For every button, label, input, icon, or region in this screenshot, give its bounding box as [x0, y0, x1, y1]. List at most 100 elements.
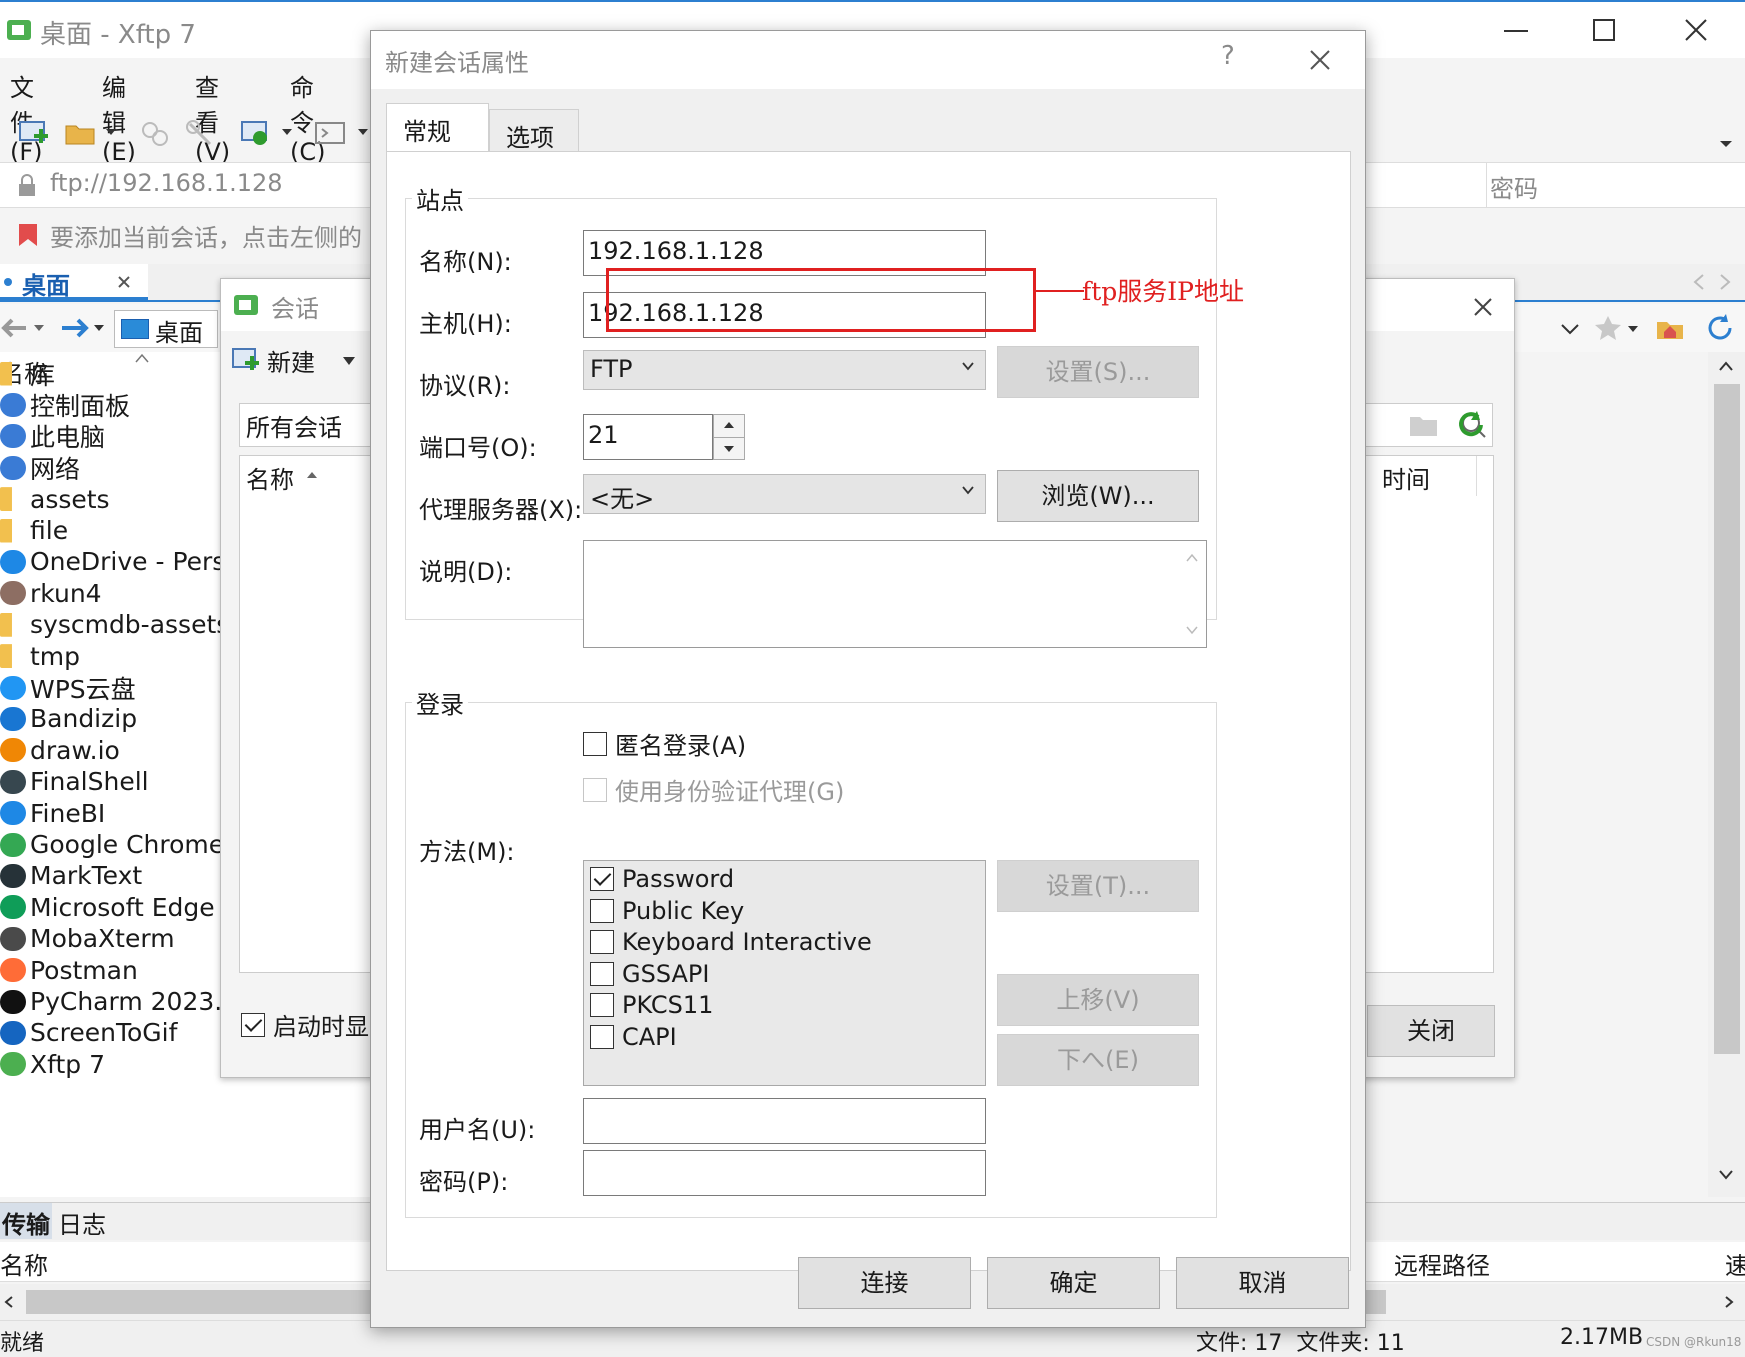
scroll-thumb[interactable] [1714, 384, 1740, 1054]
checkbox-box[interactable] [590, 867, 614, 891]
checkbox-box[interactable] [583, 777, 607, 802]
folder-icon [0, 487, 12, 512]
chevron-down-icon[interactable] [1718, 138, 1734, 150]
sessions-close-button[interactable]: 关闭 [1367, 1005, 1495, 1057]
name-label: 名称(N): [419, 248, 512, 276]
transfer-col-name[interactable]: 名称 [0, 1246, 48, 1281]
refresh-icon[interactable] [1704, 312, 1738, 344]
annotation-line [1036, 290, 1084, 292]
scroll-right-icon[interactable] [1722, 1294, 1736, 1310]
scroll-up-icon[interactable] [1184, 551, 1200, 565]
startup-label: 启动时显 [273, 1013, 369, 1041]
scroll-left-icon[interactable] [2, 1294, 16, 1310]
method-checkbox[interactable]: Password [590, 865, 734, 893]
move-down-button[interactable]: 下へ(E) [997, 1034, 1199, 1086]
annotation-highlight-box [606, 268, 1036, 332]
folder-up-icon[interactable] [1407, 409, 1441, 443]
back-arrow-icon[interactable] [0, 314, 46, 342]
method-settings-button[interactable]: 设置(T)... [997, 860, 1199, 912]
bookmark-icon[interactable] [16, 222, 40, 248]
transfer-col-speed[interactable]: 速 [1725, 1246, 1745, 1281]
method-list: Password Public Key Keyboard Interactive GS… [583, 860, 986, 1086]
password-field[interactable] [583, 1150, 986, 1196]
proxy-select[interactable]: <无> [583, 474, 986, 514]
method-checkbox[interactable]: Keyboard Interactive [590, 928, 872, 956]
open-folder-icon[interactable] [64, 118, 98, 148]
maximize-icon[interactable] [1584, 14, 1624, 48]
tab-desktop-label: 桌面 [22, 272, 70, 300]
method-checkbox[interactable]: PKCS11 [590, 991, 713, 1019]
path-combo[interactable]: 桌面 [114, 310, 218, 348]
vertical-scrollbar[interactable] [1708, 352, 1745, 1197]
checkbox-box[interactable] [590, 898, 614, 923]
tab-log[interactable]: 日志 [58, 1205, 106, 1240]
sessions-new-button[interactable]: 新建 [231, 337, 371, 383]
protocol-settings-button[interactable]: 设置(S)... [997, 346, 1199, 398]
startup-checkbox[interactable]: 启动时显 [241, 1007, 369, 1042]
password-label: 密码(P): [419, 1168, 509, 1196]
auth-agent-checkbox[interactable]: 使用身份验证代理(G) [583, 772, 844, 807]
new-session-icon [232, 348, 259, 370]
address-input[interactable]: ftp://192.168.1.128 [50, 169, 283, 197]
username-input[interactable] [583, 1098, 986, 1144]
tab-options[interactable]: 选项 [489, 109, 579, 153]
chrome-icon [0, 832, 26, 857]
forward-arrow-icon[interactable] [58, 314, 108, 342]
close-icon[interactable] [116, 274, 132, 290]
stepper-up-icon[interactable] [722, 419, 736, 431]
ok-button[interactable]: 确定 [987, 1257, 1160, 1309]
terminal-icon[interactable] [314, 120, 348, 146]
method-checkbox[interactable]: Public Key [590, 897, 744, 925]
chevron-right-icon[interactable] [1716, 272, 1734, 292]
connect-button[interactable]: 连接 [798, 1257, 971, 1309]
anonymous-checkbox[interactable]: 匿名登录(A) [583, 726, 746, 761]
stepper-down-icon[interactable] [722, 443, 736, 455]
method-checkbox[interactable]: CAPI [590, 1023, 677, 1051]
checkbox-box[interactable] [590, 961, 614, 986]
tab-general[interactable]: 常规 [386, 103, 489, 153]
file-name: syscmdb-assets [30, 610, 230, 640]
description-textarea[interactable] [583, 540, 1207, 648]
checkbox-box[interactable] [590, 1024, 614, 1049]
sessions-col-name[interactable]: 名称 [246, 460, 294, 495]
sessions-col-time[interactable]: 时间 [1382, 460, 1430, 495]
chevron-left-icon[interactable] [1690, 272, 1708, 292]
scroll-up-icon[interactable] [1717, 358, 1735, 374]
chevron-down-icon[interactable] [341, 355, 357, 367]
dialog-title: 新建会话属性 [385, 49, 529, 77]
star-icon[interactable] [1594, 314, 1642, 342]
move-up-button[interactable]: 上移(V) [997, 974, 1199, 1026]
tab-transfer[interactable]: 传输 [0, 1203, 52, 1239]
chevron-down-icon[interactable] [280, 126, 294, 138]
refresh-icon[interactable] [1453, 407, 1489, 443]
chevron-down-icon[interactable] [104, 126, 118, 138]
file-name: Xftp 7 [30, 1049, 106, 1079]
properties-icon[interactable] [240, 118, 274, 150]
protocol-select[interactable]: FTP [583, 350, 986, 390]
method-checkbox[interactable]: GSSAPI [590, 960, 709, 988]
checkbox-box[interactable] [583, 731, 607, 756]
new-session-icon[interactable] [18, 118, 52, 150]
chevron-down-icon[interactable] [1556, 316, 1584, 342]
checkbox-box[interactable] [590, 930, 614, 954]
browse-button[interactable]: 浏览(W)... [997, 470, 1199, 522]
home-folder-icon[interactable] [1654, 312, 1686, 342]
chevron-down-icon[interactable] [356, 126, 370, 138]
port-stepper[interactable] [713, 414, 745, 460]
close-icon[interactable] [1676, 14, 1716, 48]
scroll-down-icon[interactable] [1717, 1166, 1735, 1182]
port-input[interactable]: 21 [583, 414, 713, 460]
host-label: 主机(H): [419, 310, 512, 338]
minimize-icon[interactable] [1496, 14, 1536, 48]
cancel-button[interactable]: 取消 [1176, 1257, 1349, 1309]
transfer-col-remote[interactable]: 远程路径 [1394, 1246, 1490, 1281]
scroll-down-icon[interactable] [1184, 623, 1200, 637]
close-icon[interactable] [1471, 295, 1495, 319]
tab-desktop[interactable]: 桌面 [0, 264, 148, 300]
checkbox-box[interactable] [241, 1012, 265, 1037]
proxy-label: 代理服务器(X): [419, 496, 583, 524]
password-input[interactable]: 密码 [1490, 169, 1538, 204]
help-icon[interactable]: ? [1221, 41, 1235, 71]
checkbox-box[interactable] [590, 993, 614, 1017]
close-icon[interactable] [1307, 47, 1333, 73]
